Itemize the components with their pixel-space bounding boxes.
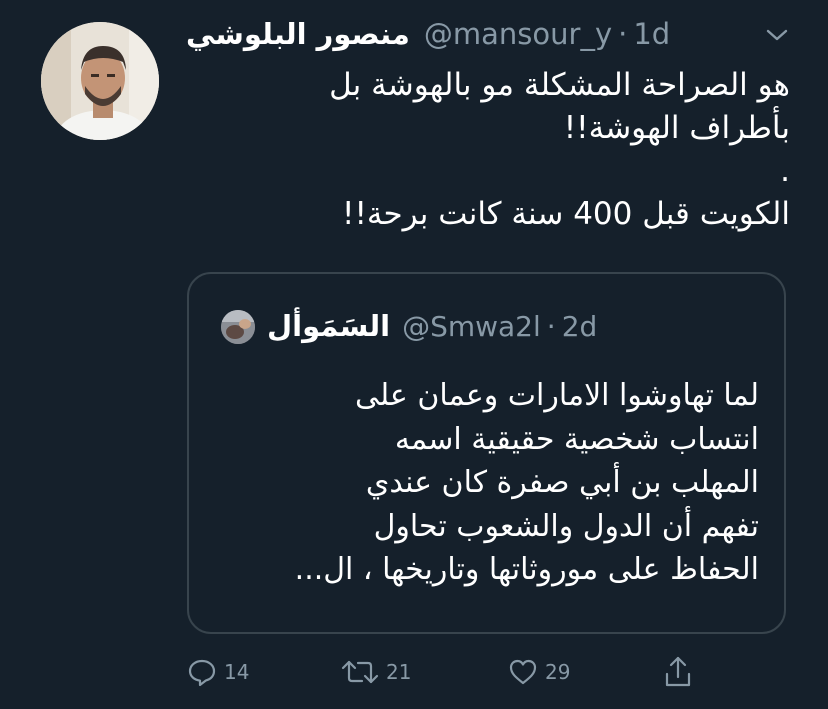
quoted-tweet-header: السَمَوأل @Smwa2l · 2d — [267, 306, 597, 346]
retweet-button[interactable]: 21 — [340, 652, 411, 692]
quoted-text-line: انتساب شخصية حقيقية اسمه — [394, 421, 759, 457]
quoted-text-line: تفهم أن الدول والشعوب تحاول — [373, 508, 759, 544]
reply-count: 14 — [224, 660, 250, 684]
reply-button[interactable]: 14 — [186, 652, 249, 692]
tweet-text: هو الصراحة المشكلة مو بالهوشة بل بأطراف … — [180, 64, 790, 236]
like-button[interactable]: 29 — [507, 652, 570, 692]
tweet-header: منصور البلوشي @mansour_y · 1d — [186, 12, 670, 56]
chevron-down-icon[interactable] — [764, 26, 790, 44]
reply-icon — [188, 659, 216, 687]
retweet-count: 21 — [386, 660, 412, 684]
avatar[interactable] — [41, 22, 159, 140]
tweet-text-line: بأطراف الهوشة!! — [563, 110, 790, 146]
quoted-timestamp[interactable]: 2d — [562, 310, 598, 343]
tweet-text-line: . — [780, 153, 790, 189]
avatar-photo — [41, 22, 159, 140]
tweet-text-line: الكويت قبل 400 سنة كانت برحة!! — [342, 196, 790, 232]
quoted-avatar[interactable] — [221, 310, 255, 344]
quoted-author-handle[interactable]: @Smwa2l — [402, 310, 541, 343]
quoted-text-line: المهلب بن أبي صفرة كان عندي — [365, 465, 759, 500]
heart-icon — [509, 659, 537, 685]
author-handle[interactable]: @mansour_y — [424, 17, 612, 51]
quoted-tweet-text: لما تهاوشوا الامارات وعمان على انتساب شخ… — [219, 374, 759, 592]
share-icon — [665, 656, 691, 687]
author-name[interactable]: منصور البلوشي — [186, 17, 410, 51]
tweet-timestamp[interactable]: 1d — [633, 17, 670, 51]
tweet-text-line: هو الصراحة المشكلة مو بالهوشة بل — [329, 67, 790, 103]
tweet-actions: 14 21 29 — [0, 652, 828, 692]
retweet-icon — [341, 660, 379, 684]
quoted-text-line: الحفاظ على موروثاتها وتاريخها ، ال... — [294, 552, 759, 587]
quoted-text-line: لما تهاوشوا الامارات وعمان على — [354, 378, 759, 413]
share-button[interactable] — [662, 652, 694, 692]
like-count: 29 — [545, 660, 571, 684]
quoted-tweet-card[interactable]: السَمَوأل @Smwa2l · 2d لما تهاوشوا الاما… — [187, 272, 786, 634]
separator-dot: · — [618, 17, 628, 51]
quoted-separator-dot: · — [546, 309, 556, 343]
quoted-author-name[interactable]: السَمَوأل — [267, 309, 390, 343]
quoted-avatar-photo — [221, 310, 255, 344]
